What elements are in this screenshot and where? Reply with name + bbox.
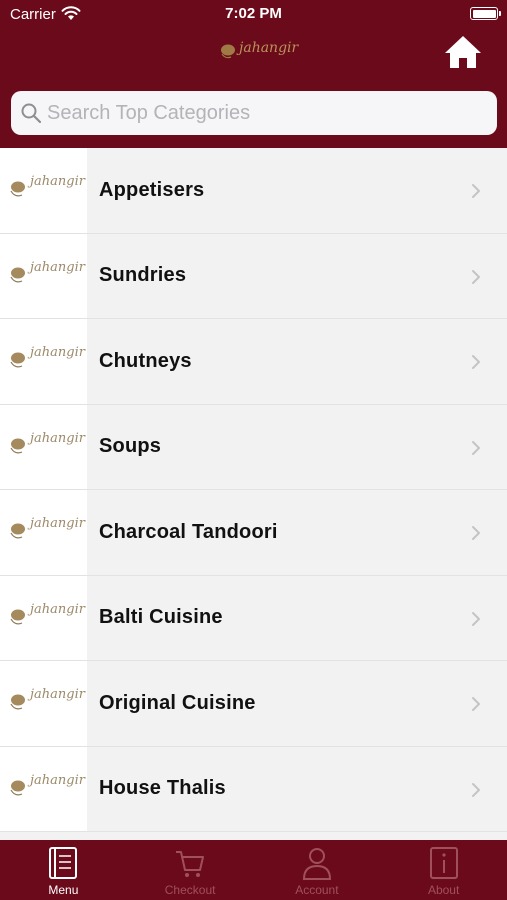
category-thumbnail: jahangir [0,148,87,233]
cart-icon [176,851,205,877]
tab-account[interactable]: Account [254,840,381,900]
search-bar[interactable] [11,91,497,135]
category-row[interactable]: jahangir Appetisers [0,148,507,234]
app-header: Carrier 7:02 PM jahangir [0,0,507,148]
category-row[interactable]: jahangir Balti Cuisine [0,575,507,661]
category-thumbnail: jahangir [0,490,87,575]
logo-text: jahangir [239,40,299,56]
chevron-right-icon [472,697,480,711]
thumbnail-logo-text: jahangir [30,601,85,617]
category-row[interactable]: jahangir House Thalis [0,746,507,832]
category-row[interactable]: jahangir Soups [0,404,507,490]
category-thumbnail: jahangir [0,233,87,318]
tab-label: Checkout [164,883,216,897]
category-label: Chutneys [99,349,192,372]
category-list: jahangir Appetisers jahangir Sundries ja… [0,148,507,840]
logo-mark-icon [10,181,25,197]
tab-label: Menu [48,883,79,897]
thumbnail-logo-text: jahangir [30,772,85,788]
tab-menu[interactable]: Menu [0,840,127,900]
home-icon[interactable] [444,34,482,70]
menu-book-icon [49,847,78,879]
chevron-right-icon [472,269,480,284]
person-icon [302,848,331,880]
chevron-right-icon [472,611,480,626]
category-label: Balti Cuisine [99,606,223,629]
thumbnail-logo-text: jahangir [30,516,85,531]
thumbnail-logo-text: jahangir [30,687,85,702]
category-row[interactable]: jahangir Charcoal Tandoori [0,490,507,576]
category-row[interactable]: jahangir Sundries [0,233,507,319]
thumbnail-logo-text: jahangir [30,259,85,275]
chevron-right-icon [472,526,480,540]
logo-mark-icon [10,523,25,539]
category-thumbnail: jahangir [0,661,87,746]
category-label: Soups [99,435,162,458]
status-bar: Carrier 7:02 PM [0,0,507,30]
tab-bar: Menu Checkout Account About [0,840,507,900]
header-logo: jahangir [219,36,298,68]
category-label: Original Cuisine [99,691,256,714]
tab-about[interactable]: About [380,840,507,900]
logo-mark-icon [221,44,235,59]
thumbnail-logo-text: jahangir [30,430,85,446]
logo-mark-icon [10,609,25,624]
tab-label: Account [295,883,339,897]
info-icon [429,847,458,879]
search-input[interactable] [47,97,487,129]
search-icon [21,103,41,123]
tab-checkout[interactable]: Checkout [127,840,254,900]
category-thumbnail: jahangir [0,404,87,489]
chevron-right-icon [472,782,480,797]
category-thumbnail: jahangir [0,575,87,660]
thumbnail-logo-text: jahangir [30,174,85,189]
category-thumbnail: jahangir [0,319,87,404]
logo-mark-icon [10,267,25,282]
category-label: Appetisers [99,178,205,201]
chevron-right-icon [472,440,480,455]
logo-mark-icon [10,780,25,795]
thumbnail-logo-text: jahangir [30,345,85,360]
status-time: 7:02 PM [225,5,282,22]
category-label: Sundries [99,264,187,287]
category-label: House Thalis [99,777,226,800]
logo-mark-icon [10,694,25,710]
battery-icon [470,7,501,20]
chevron-right-icon [472,184,480,198]
category-row[interactable]: jahangir Original Cuisine [0,661,507,747]
chevron-right-icon [472,355,480,369]
logo-mark-icon [10,438,25,453]
tab-label: About [427,883,460,897]
category-row[interactable]: jahangir Chutneys [0,319,507,405]
logo-mark-icon [10,352,25,368]
category-label: Charcoal Tandoori [99,520,278,543]
category-thumbnail: jahangir [0,746,87,831]
